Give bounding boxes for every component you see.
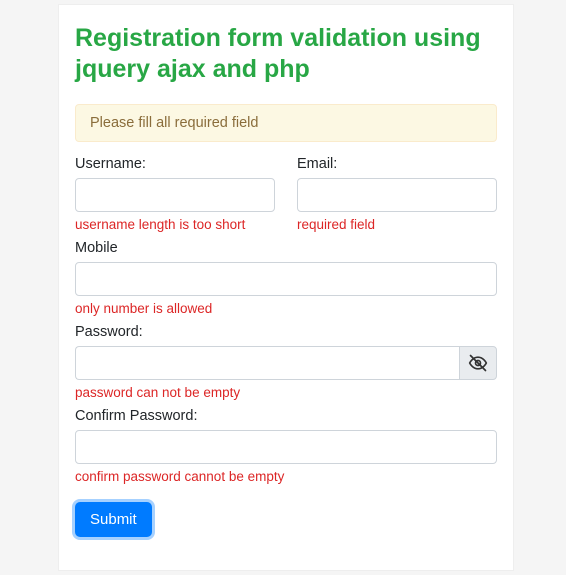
- password-field: Password: password can not be empty: [75, 324, 497, 400]
- email-field: Email: required field: [297, 156, 497, 232]
- confirm-password-field: Confirm Password: confirm password canno…: [75, 408, 497, 484]
- password-label: Password:: [75, 324, 497, 340]
- email-input[interactable]: [297, 178, 497, 212]
- toggle-password-visibility-button[interactable]: [459, 346, 497, 380]
- password-error: password can not be empty: [75, 385, 497, 400]
- mobile-field: Mobile only number is allowed: [75, 240, 497, 316]
- validation-alert: Please fill all required field: [75, 104, 497, 142]
- username-label: Username:: [75, 156, 275, 172]
- submit-button[interactable]: Submit: [75, 502, 152, 537]
- confirm-password-label: Confirm Password:: [75, 408, 497, 424]
- email-label: Email:: [297, 156, 497, 172]
- page-title: Registration form validation using jquer…: [75, 23, 497, 86]
- username-input[interactable]: [75, 178, 275, 212]
- confirm-password-input[interactable]: [75, 430, 497, 464]
- registration-form-card: Registration form validation using jquer…: [58, 4, 514, 571]
- username-field: Username: username length is too short: [75, 156, 275, 232]
- email-error: required field: [297, 217, 497, 232]
- mobile-input[interactable]: [75, 262, 497, 296]
- eye-off-icon: [468, 353, 488, 373]
- username-error: username length is too short: [75, 217, 275, 232]
- confirm-password-error: confirm password cannot be empty: [75, 469, 497, 484]
- password-input[interactable]: [75, 346, 459, 380]
- mobile-error: only number is allowed: [75, 301, 497, 316]
- mobile-label: Mobile: [75, 240, 497, 256]
